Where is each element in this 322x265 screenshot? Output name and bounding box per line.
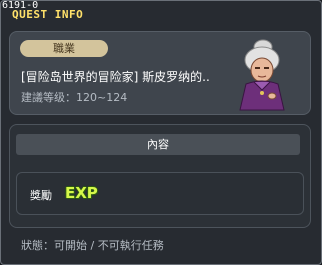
exp-reward-icon[interactable]: EXP xyxy=(65,184,98,202)
quest-name: [冒险岛世界的冒险家] 斯皮罗纳的.. xyxy=(21,70,210,84)
quest-recommended-level: 建議等级：120~124 xyxy=(21,91,128,104)
old-woman-npc-icon xyxy=(239,39,285,111)
window-title[interactable]: QUEST INFO xyxy=(12,8,83,21)
tab-content[interactable]: 內容 xyxy=(16,134,300,155)
reward-box xyxy=(16,172,304,215)
reward-label: 獎勵 xyxy=(30,189,52,202)
quest-category-badge: 職業 xyxy=(20,40,108,57)
quest-status: 狀態：可開始 / 不可執行任務 xyxy=(21,239,164,252)
